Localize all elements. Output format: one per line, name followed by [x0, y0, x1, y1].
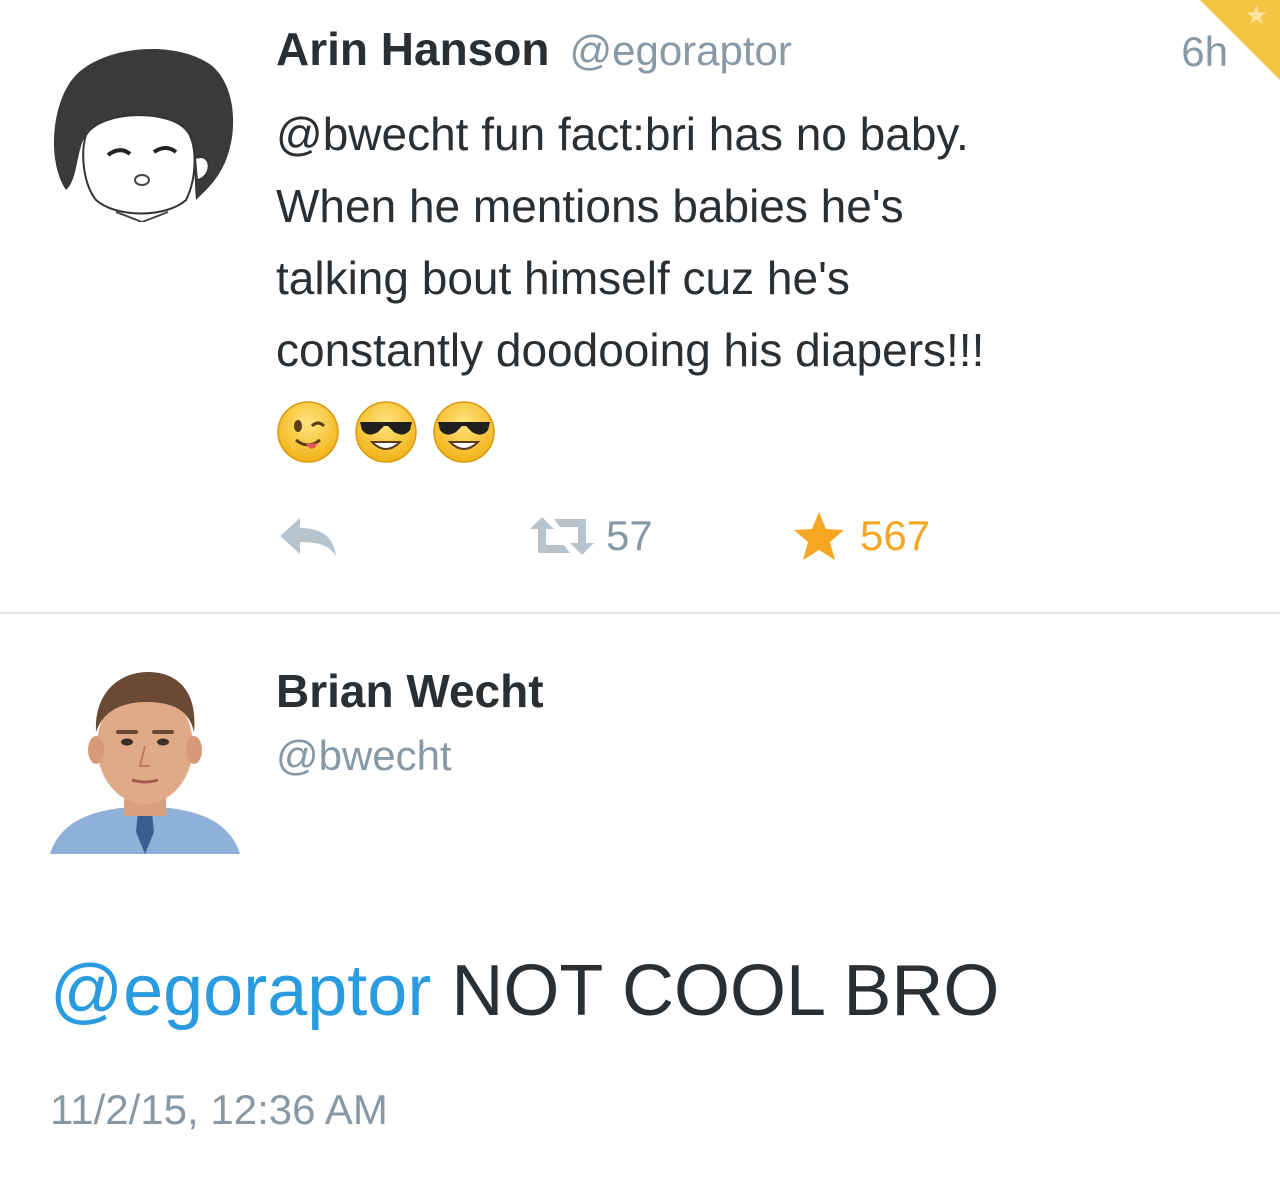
sunglasses-emoji	[355, 401, 417, 463]
tweet-text-line: @bwecht fun fact:bri has no baby.	[276, 108, 969, 160]
tweet-date: 11/2/15, 12:36 AM	[50, 1086, 388, 1133]
tweet-timestamp[interactable]: 6h	[1181, 28, 1228, 76]
avatar[interactable]	[50, 662, 240, 854]
tweet-header: Arin Hanson @egoraptor	[276, 22, 792, 82]
user-photo-avatar-icon	[50, 672, 240, 854]
tweet-text-line: When he mentions babies he's	[276, 180, 904, 232]
author-name[interactable]: Brian Wecht	[276, 664, 544, 718]
cartoon-avatar-icon	[53, 48, 234, 224]
tweet-text-line: constantly doodooing his diapers!!!	[276, 324, 985, 376]
retweet-count: 57	[606, 512, 653, 559]
tweet-text: @egoraptor NOT COOL BRO	[50, 946, 999, 1036]
winking-face-tongue-emoji	[277, 401, 339, 463]
emoji-row	[276, 400, 496, 464]
tweet-text-line: talking bout himself cuz he's	[276, 252, 850, 304]
avatar[interactable]	[46, 40, 238, 224]
tweet-text-body: NOT COOL BRO	[431, 951, 1000, 1031]
favorite-count: 567	[860, 512, 931, 559]
author-handle[interactable]: @egoraptor	[569, 27, 791, 75]
mention-link[interactable]: @egoraptor	[50, 951, 431, 1031]
divider	[0, 612, 1280, 614]
star-icon	[794, 512, 844, 560]
tweet-actions: 57 567	[276, 508, 1036, 568]
reply-button[interactable]	[276, 514, 340, 560]
reply-icon	[280, 518, 336, 556]
author-name[interactable]: Arin Hanson	[276, 22, 549, 76]
author-handle[interactable]: @bwecht	[276, 732, 452, 780]
sunglasses-emoji	[433, 401, 495, 463]
retweet-icon	[530, 517, 594, 555]
favorite-button[interactable]: 567	[792, 510, 930, 562]
tweet-text: @bwecht fun fact:bri has no baby. When h…	[276, 98, 1236, 386]
retweet-button[interactable]: 57	[530, 512, 653, 560]
tweet-arin-hanson[interactable]: Arin Hanson @egoraptor 6h @bwecht fun fa…	[0, 0, 1280, 614]
